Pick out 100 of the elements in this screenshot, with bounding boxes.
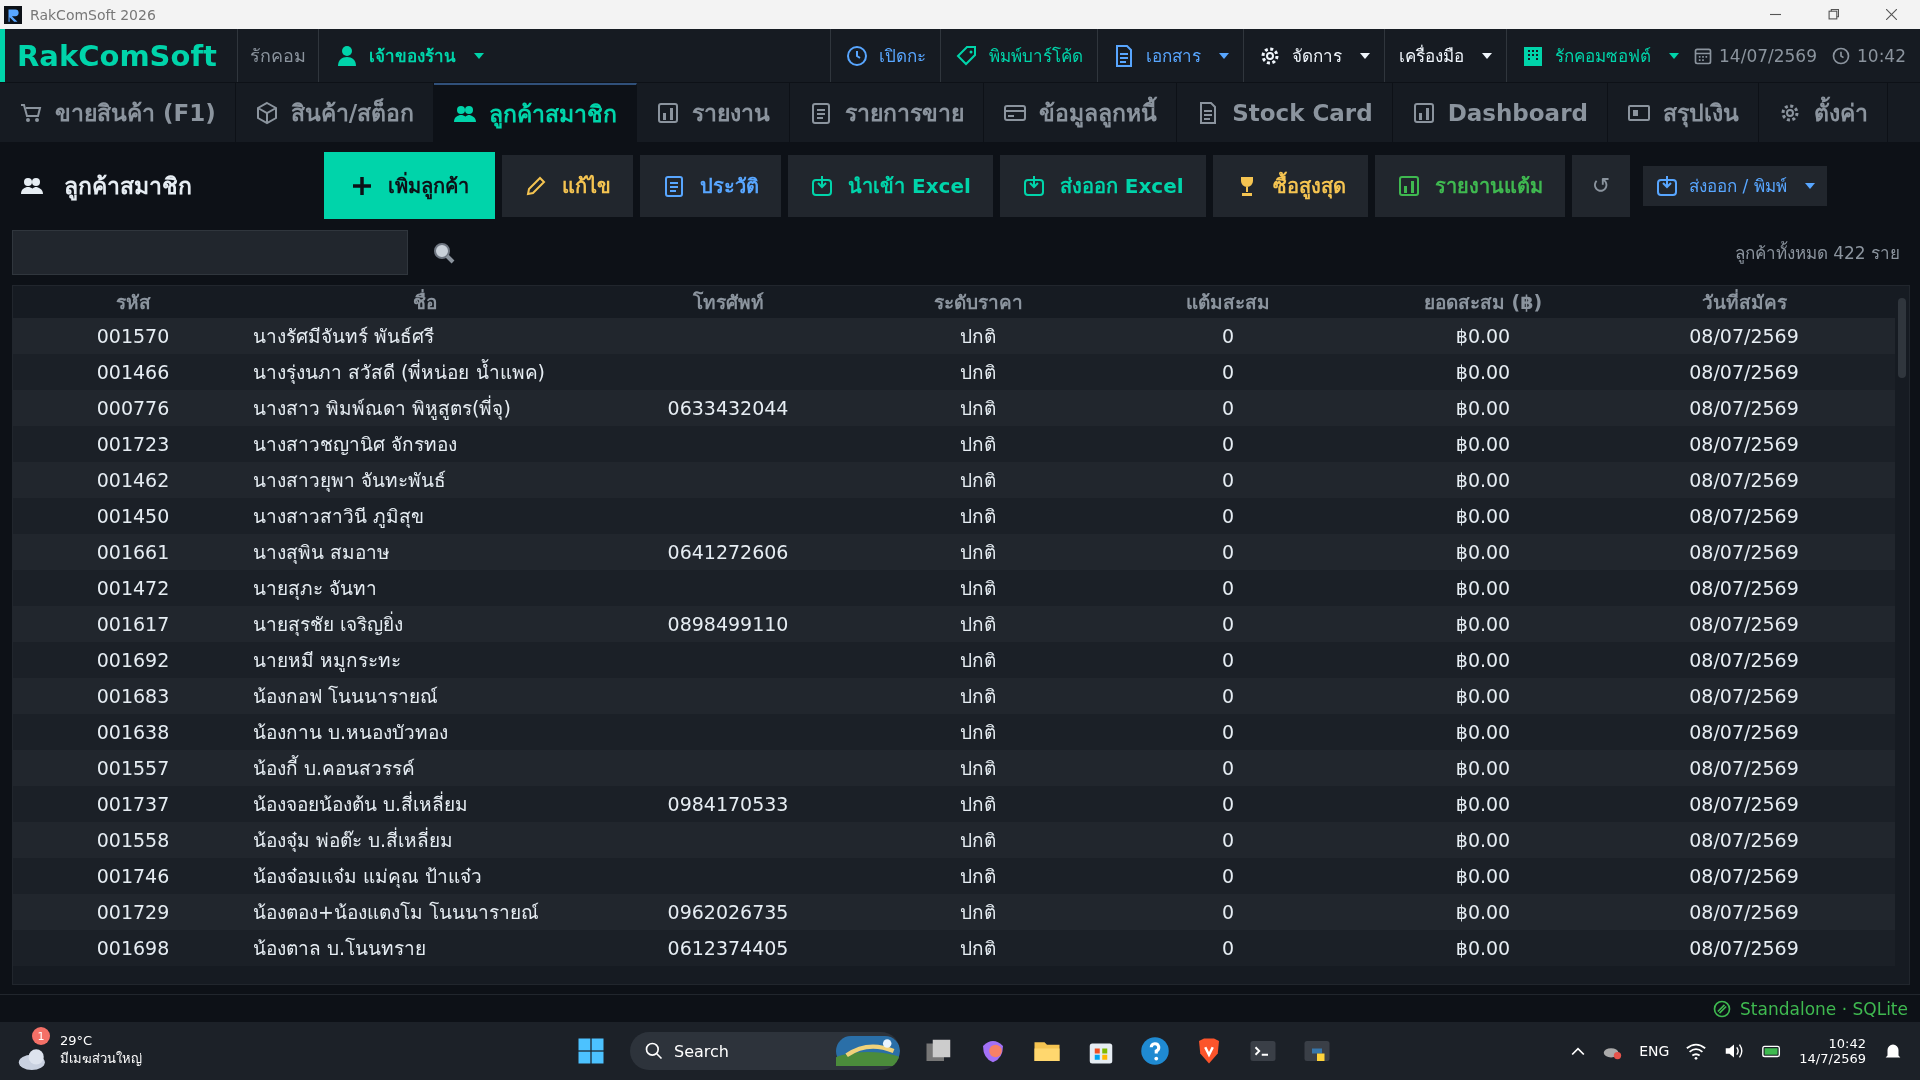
table-row[interactable]: 001450 นางสาวสาวินี ภูมิสุข ปกติ 0 ฿0.00 08/07/2569 [13,498,1895,534]
current-date: 14/07/2569 [1719,45,1817,66]
table-row[interactable]: 001692 นายหมี หมูกระทะ ปกติ 0 ฿0.00 08/07/2569 [13,642,1895,678]
action-button[interactable]: นำเข้า Excel [788,154,993,217]
connection-status: Standalone · SQLite [1740,998,1908,1019]
table-cell: ปกติ [960,685,996,707]
table-cell: 000776 [96,397,170,419]
table-row[interactable]: 001661 นางสุพิน สมอาษ 0641272606 ปกติ 0 ฿0.00 08/07/2569 [13,534,1895,570]
tray-arrow-icon [1021,173,1046,198]
restore-button[interactable] [1827,9,1839,20]
clipboard-icon [662,173,686,198]
table-cell: 001661 [96,541,170,563]
menu-button[interactable]: รักคอมซอฟต์ [1506,29,1693,82]
table-cell: ฿0.00 [1455,541,1511,563]
table-cell: ปกติ [960,649,996,671]
refresh-button[interactable]: ↺ [1571,154,1631,217]
table-cell: 08/07/2569 [1689,937,1799,959]
table-row[interactable]: 001746 น้องจ๋อมแจ๋ม แม่คุณ ป้าแจ๋ว ปกติ 0 ฿0.00 08/07/2569 [13,858,1895,894]
table-cell: 0 [1221,829,1235,851]
search-icon[interactable] [432,240,456,265]
column-header: โทรศัพท์ [691,290,765,315]
user-menu[interactable]: เจ้าของร้าน [318,42,500,69]
table-row[interactable]: 001729 น้องตอง+น้องแตงโม โนนนารายณ์ 0962026735 ปกติ 0 ฿0.00 08/07/2569 [13,894,1895,930]
table-row[interactable]: 001557 น้องกี้ บ.คอนสวรรค์ ปกติ 0 ฿0.00 08/07/2569 [13,750,1895,786]
language-indicator[interactable]: ENG [1639,1043,1670,1059]
table-cell: นางรุ่งนภา สวัสดี (พี่หน่อย น้ำแพค) [253,361,545,383]
close-button[interactable] [1885,9,1897,20]
table-cell: ฿0.00 [1455,361,1511,383]
nav-tab[interactable]: ลูกค้าสมาชิก [434,83,638,142]
action-button[interactable]: ส่งออก Excel [999,154,1206,217]
table-row[interactable]: 001558 น้องจุ๋ม พ่อต๊ะ บ.สี่เหลี่ยม ปกติ 0 ฿0.00 08/07/2569 [13,822,1895,858]
table-cell: 08/07/2569 [1689,397,1799,419]
table-cell: 001617 [96,613,170,635]
table-row[interactable]: 001570 นางรัศมีจันทร์ พันธ์ศรี ปกติ 0 ฿0.00 08/07/2569 [13,318,1895,354]
table-cell: 08/07/2569 [1689,901,1799,923]
table-cell: 08/07/2569 [1689,613,1799,635]
table-cell: 0962026735 [667,901,789,923]
table-row[interactable]: 001466 นางรุ่งนภา สวัสดี (พี่หน่อย น้ำแพค) ปกติ 0 ฿0.00 08/07/2569 [13,354,1895,390]
table-row[interactable]: 001462 นางสาวยุพา จันทะพันธ์ ปกติ 0 ฿0.00 08/07/2569 [13,462,1895,498]
table-cell: 0 [1221,901,1235,923]
table-cell: ฿0.00 [1455,649,1511,671]
table-row[interactable]: 001698 น้องตาล บ.โนนทราย 0612374405 ปกติ 0 ฿0.00 08/07/2569 [13,930,1895,966]
table-cell: 08/07/2569 [1689,865,1799,887]
table-cell: 001683 [96,685,170,707]
menu-button[interactable]: เปิดกะ [830,29,940,82]
table-cell: น้องจอยน้องต้น บ.สี่เหลี่ยม [253,793,469,815]
taskbar-time[interactable]: 10:42 [1828,1036,1866,1051]
table-row[interactable]: 001737 น้องจอยน้องต้น บ.สี่เหลี่ยม 0984170533 ปกติ 0 ฿0.00 08/07/2569 [13,786,1895,822]
table-cell: 001466 [96,361,170,383]
table-cell: 001462 [96,469,170,491]
tray-arrow-icon [810,173,834,198]
table-cell: 0 [1221,865,1235,887]
taskbar-date[interactable]: 14/7/2569 [1799,1051,1866,1066]
table-row[interactable]: 001472 นายสุภะ จันทา ปกติ 0 ฿0.00 08/07/2569 [13,570,1895,606]
start-icon[interactable] [576,1036,606,1066]
table-cell: 0 [1221,721,1235,743]
table-cell: 0633432044 [667,397,789,419]
table-cell: ฿0.00 [1455,469,1511,491]
table-row[interactable]: 001638 น้องกาน บ.หนองบัวทอง ปกติ 0 ฿0.00 08/07/2569 [13,714,1895,750]
table-row[interactable]: 000776 นางสาว พิมพ์ณดา พิหูสูตร(พี่จุ) 0633432044 ปกติ 0 ฿0.00 08/07/2569 [13,390,1895,426]
export-print-dropdown[interactable]: ส่งออก / พิมพ์ [1643,165,1827,206]
table-cell: ปกติ [960,829,996,851]
table-cell: 001746 [96,865,170,887]
table-cell: น้องกี้ บ.คอนสวรรค์ [253,757,416,779]
menu-button[interactable]: เครื่องมือ [1384,29,1506,82]
app-logo-icon [4,5,22,24]
table-row[interactable]: 001683 น้องกอฟ โนนนารายณ์ ปกติ 0 ฿0.00 08/07/2569 [13,678,1895,714]
table-row[interactable]: 001723 นางสาวชญานิศ จักรทอง ปกติ 0 ฿0.00 08/07/2569 [13,426,1895,462]
table-cell: น้องกอฟ โนนนารายณ์ [253,685,439,707]
taskbar-search[interactable]: Search [630,1032,900,1070]
menu-button[interactable]: เอกสาร [1097,29,1243,82]
table-cell: 08/07/2569 [1689,577,1799,599]
help-icon[interactable] [1140,1036,1170,1066]
caret-icon [1804,182,1815,189]
table-cell: 0641272606 [667,541,789,563]
action-button[interactable]: รายงานแต้ม [1374,154,1565,217]
table-cell: 0 [1221,469,1235,491]
action-button[interactable]: ประวัติ [640,154,781,217]
clock-icon [1831,45,1851,66]
shop-name: รักคอม [237,29,319,82]
search-icon [644,1041,664,1061]
add-customer-button[interactable]: เพิ่มลูกค้า [324,152,495,219]
tag-icon [955,43,979,68]
table-cell: นางสาวยุพา จันทะพันธ์ [253,469,447,491]
caret-icon [1360,52,1370,59]
table-cell: 001698 [96,937,170,959]
status-icon [1712,998,1733,1019]
table-cell: ฿0.00 [1455,397,1511,419]
action-button[interactable]: ซื้อสูงสุด [1212,154,1368,217]
table-cell: ปกติ [960,613,996,635]
table-cell: 001558 [96,829,170,851]
table-cell: 08/07/2569 [1689,649,1799,671]
table-cell: น้องตาล บ.โนนทราย [253,937,427,959]
menu-button[interactable]: จัดการ [1243,29,1384,82]
table-row[interactable]: 001617 นายสุรชัย เจริญยิ่ง 0898499110 ปกติ 0 ฿0.00 08/07/2569 [13,606,1895,642]
action-button[interactable]: แก้ไข [502,154,633,217]
search-field[interactable] [12,230,408,275]
table-cell: 0898499110 [667,613,789,635]
table-cell: 0 [1221,757,1235,779]
menu-button[interactable]: พิมพ์บาร์โค้ด [940,29,1097,82]
